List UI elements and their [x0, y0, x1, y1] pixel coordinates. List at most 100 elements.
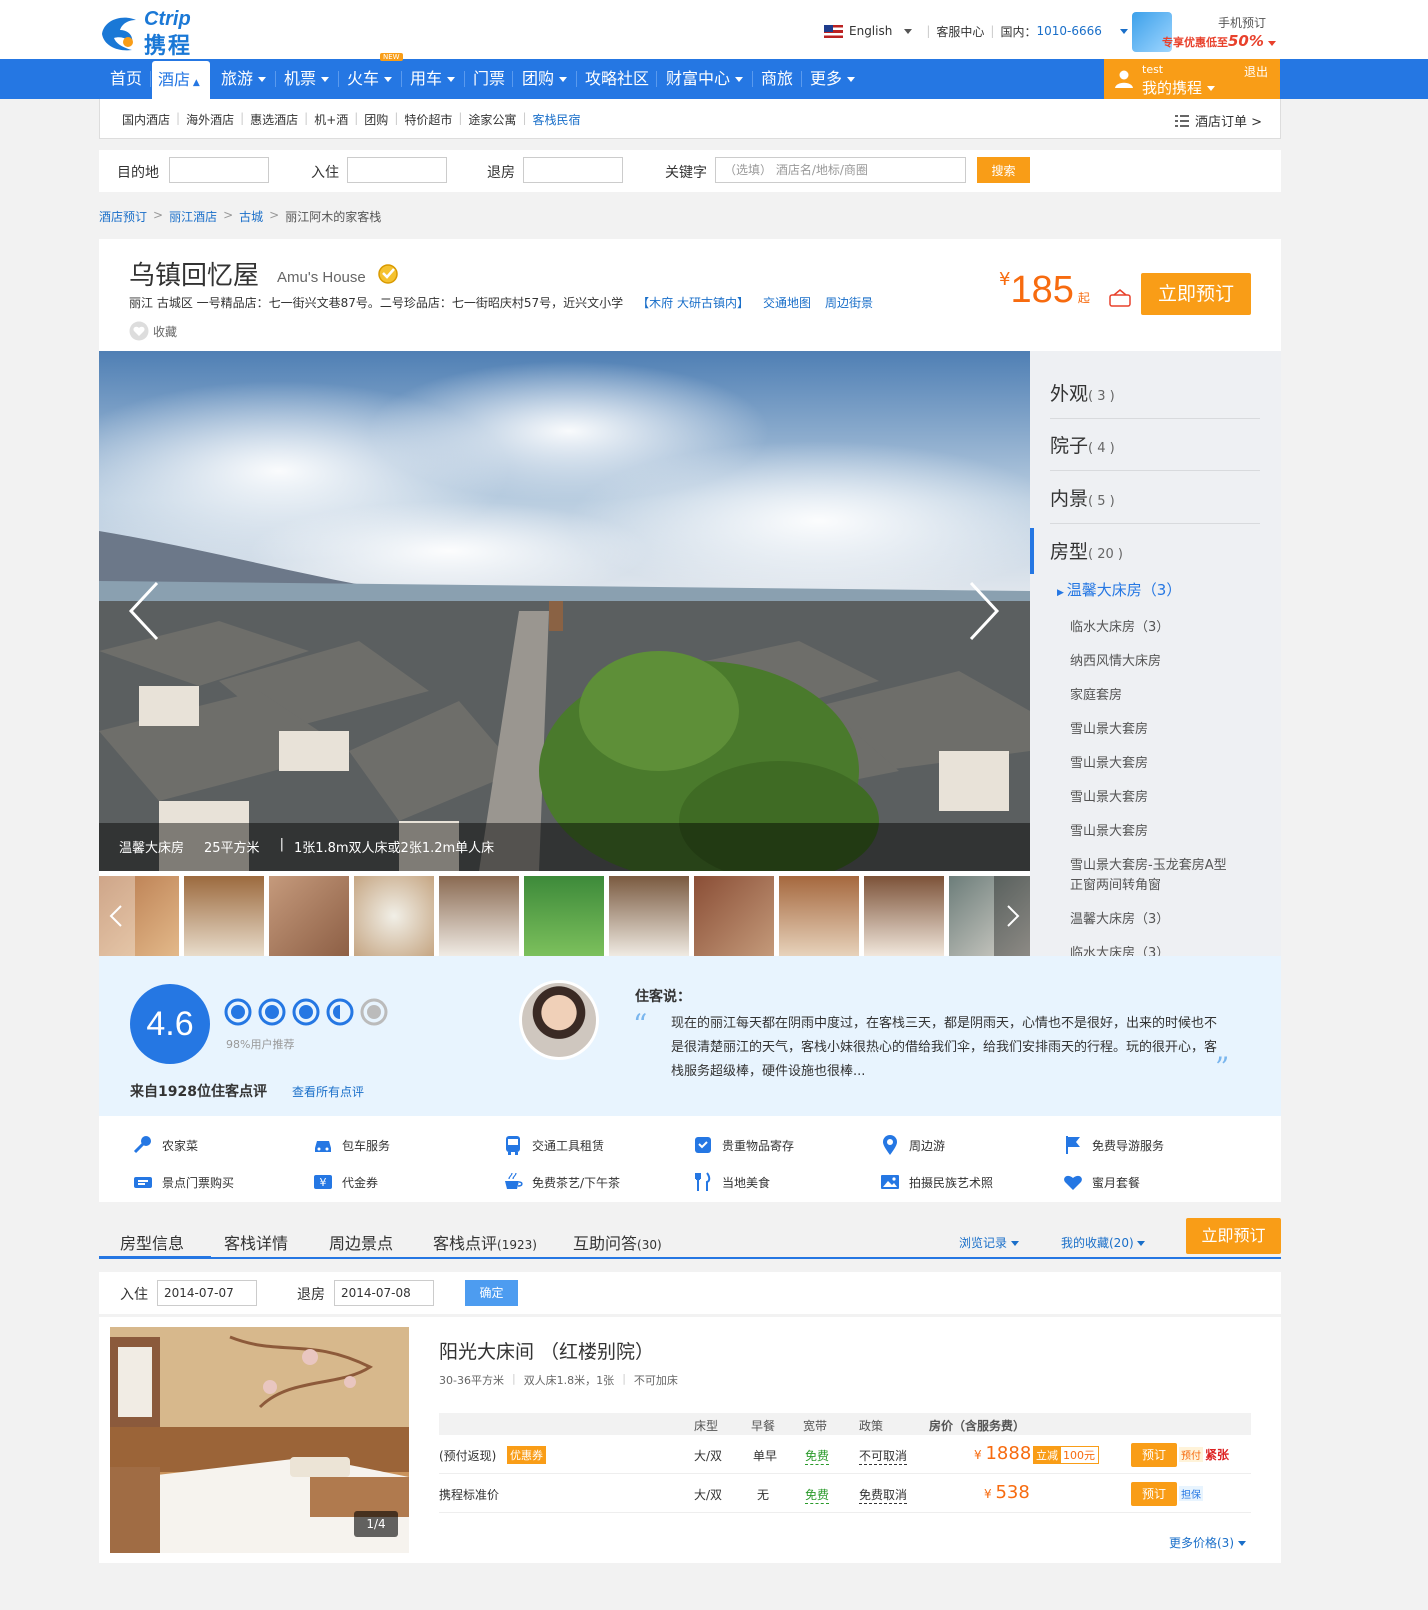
- street-view-link[interactable]: 周边街景: [825, 294, 873, 311]
- tab-room-info[interactable]: 房型信息: [120, 1230, 184, 1254]
- rate-name: (预付返现): [439, 1449, 497, 1463]
- room-type-item[interactable]: 家庭套房: [1070, 684, 1122, 703]
- breadcrumb-item[interactable]: 古城: [239, 208, 263, 225]
- thumbnail[interactable]: [269, 876, 349, 956]
- keyword-input[interactable]: （选填） 酒店名/地标/商圈: [715, 157, 966, 183]
- room-type-item[interactable]: 正窗两间转角窗: [1070, 874, 1161, 893]
- flag-icon: [1066, 1136, 1080, 1154]
- tab-reviews[interactable]: 客栈点评(1923): [433, 1230, 537, 1254]
- my-ctrip-link[interactable]: 我的携程: [1142, 77, 1215, 98]
- book-room-button[interactable]: 预订: [1131, 1482, 1177, 1506]
- room-type-item[interactable]: 纳西风情大床房: [1070, 650, 1161, 669]
- nav-wealth[interactable]: 财富中心: [666, 59, 744, 99]
- tab-qa[interactable]: 互助问答(30): [573, 1230, 662, 1254]
- phone-number[interactable]: 1010-6666: [1036, 24, 1101, 38]
- category-courtyard[interactable]: 院子( 4 ): [1050, 431, 1260, 471]
- book-room-button[interactable]: 预订: [1131, 1443, 1177, 1467]
- nav-groupbuy[interactable]: 团购: [522, 59, 568, 99]
- nav-car[interactable]: 用车: [410, 59, 456, 99]
- more-prices-link[interactable]: 更多价格(3): [1169, 1534, 1246, 1551]
- breadcrumb-item[interactable]: 酒店预订: [99, 208, 147, 225]
- thumbnail[interactable]: [439, 876, 519, 956]
- thumbnail[interactable]: [184, 876, 264, 956]
- chevron-right-icon[interactable]: [967, 581, 1001, 641]
- traffic-map-link[interactable]: 交通地图: [763, 294, 811, 311]
- room-type-item-active[interactable]: ▶ 温馨大床房（3）: [1057, 579, 1181, 600]
- subnav-item[interactable]: 途家公寓: [468, 111, 516, 128]
- browse-history-link[interactable]: 浏览记录: [959, 1234, 1019, 1251]
- thumb-next-button[interactable]: [994, 876, 1030, 956]
- category-room-types[interactable]: 房型( 20 ): [1050, 537, 1260, 564]
- nav-community[interactable]: 攻略社区: [585, 59, 649, 99]
- ctrip-logo[interactable]: Ctrip 携程: [98, 8, 218, 59]
- thumbnail[interactable]: [864, 876, 944, 956]
- room-type-item[interactable]: 临水大床房（3）: [1070, 616, 1169, 635]
- thumbnail[interactable]: [354, 876, 434, 956]
- mobile-booking-promo[interactable]: 手机预订 专享优惠低至50%: [1132, 10, 1280, 54]
- book-now-button[interactable]: 立即预订: [1141, 273, 1251, 315]
- subnav-item-active[interactable]: 客栈民宿: [532, 111, 580, 128]
- thumbnail[interactable]: [524, 876, 604, 956]
- nav-more[interactable]: 更多: [810, 59, 856, 99]
- category-exterior[interactable]: 外观( 3 ): [1050, 379, 1260, 419]
- checkout-input[interactable]: [523, 157, 623, 183]
- nav-hotel[interactable]: 酒店 ▲: [152, 61, 210, 99]
- thumbnail[interactable]: [779, 876, 859, 956]
- nav-tickets[interactable]: 门票: [473, 59, 505, 99]
- room-type-item[interactable]: 临水大床房（3）: [1070, 942, 1169, 956]
- checkin-date-input[interactable]: 2014-07-07: [157, 1280, 257, 1306]
- room-type-item[interactable]: 温馨大床房（3）: [1070, 908, 1169, 927]
- room-type-item[interactable]: 雪山景大套房-玉龙套房A型: [1070, 854, 1227, 873]
- chevron-left-icon[interactable]: [127, 581, 161, 641]
- cancel-policy[interactable]: 不可取消: [859, 1447, 908, 1465]
- subnav-item[interactable]: 海外酒店: [186, 111, 234, 128]
- chevron-down-icon[interactable]: [1119, 28, 1128, 34]
- subnav-item[interactable]: 机+酒: [314, 111, 348, 128]
- subnav-item[interactable]: 国内酒店: [122, 111, 170, 128]
- room-type-item[interactable]: 雪山景大套房: [1070, 786, 1148, 805]
- search-button[interactable]: 搜索: [977, 157, 1030, 183]
- room-photo[interactable]: 1/4: [110, 1327, 409, 1553]
- area-tag-link[interactable]: 【木府 大研古镇内】: [637, 294, 749, 311]
- room-type-item[interactable]: 雪山景大套房: [1070, 718, 1148, 737]
- favorite-button[interactable]: 收藏: [129, 321, 177, 341]
- main-hotel-photo[interactable]: 温馨大床房 25平方米 | 1张1.8m双人床或2张1.2m单人床: [99, 351, 1030, 871]
- nav-flights[interactable]: 机票: [284, 59, 330, 99]
- nav-train[interactable]: 火车: [347, 59, 393, 99]
- tab-nearby-sights[interactable]: 周边景点: [329, 1230, 393, 1254]
- my-favorites-link[interactable]: 我的收藏(20): [1061, 1234, 1146, 1251]
- room-type-item[interactable]: 雪山景大套房: [1070, 752, 1148, 771]
- view-all-reviews-link[interactable]: 查看所有点评: [292, 1083, 364, 1100]
- destination-input[interactable]: [169, 157, 269, 183]
- bed-type: 大/双: [694, 1449, 723, 1463]
- wifi-free[interactable]: 免费: [805, 1447, 830, 1465]
- subnav-item[interactable]: 团购: [364, 111, 388, 128]
- thumbnail[interactable]: [609, 876, 689, 956]
- confirm-dates-button[interactable]: 确定: [465, 1280, 518, 1306]
- category-interior[interactable]: 内景( 5 ): [1050, 484, 1260, 524]
- chevron-down-icon[interactable]: [904, 28, 913, 34]
- subnav-item[interactable]: 惠选酒店: [250, 111, 298, 128]
- nav-travel[interactable]: 旅游: [221, 59, 267, 99]
- nav-business[interactable]: 商旅: [761, 59, 793, 99]
- logout-link[interactable]: 退出: [1244, 63, 1268, 80]
- cancel-policy[interactable]: 免费取消: [859, 1486, 908, 1504]
- checkin-input[interactable]: [347, 157, 447, 183]
- hotel-orders-link[interactable]: 酒店订单 >: [1174, 111, 1262, 130]
- book-now-tab-button[interactable]: 立即预订: [1186, 1218, 1281, 1254]
- thumbnail[interactable]: [694, 876, 774, 956]
- nav-home[interactable]: 首页: [110, 59, 142, 99]
- room-type-item[interactable]: 雪山景大套房: [1070, 820, 1148, 839]
- coupon-tag[interactable]: 优惠券: [507, 1446, 546, 1464]
- wifi-free[interactable]: 免费: [805, 1486, 830, 1504]
- checkout-date-input[interactable]: 2014-07-08: [334, 1280, 434, 1306]
- medal-icon[interactable]: [376, 261, 400, 285]
- mobile-deal-icon[interactable]: [1109, 289, 1131, 307]
- thumb-prev-button[interactable]: [99, 876, 135, 956]
- subnav-item[interactable]: 特价超市: [404, 111, 452, 128]
- service-center-link[interactable]: 客服中心: [936, 23, 984, 40]
- breadcrumb-item[interactable]: 丽江酒店: [169, 208, 217, 225]
- tab-inn-details[interactable]: 客栈详情: [224, 1230, 288, 1254]
- user-menu[interactable]: test 我的携程 退出: [1104, 59, 1280, 99]
- language-switch[interactable]: English: [849, 24, 892, 38]
